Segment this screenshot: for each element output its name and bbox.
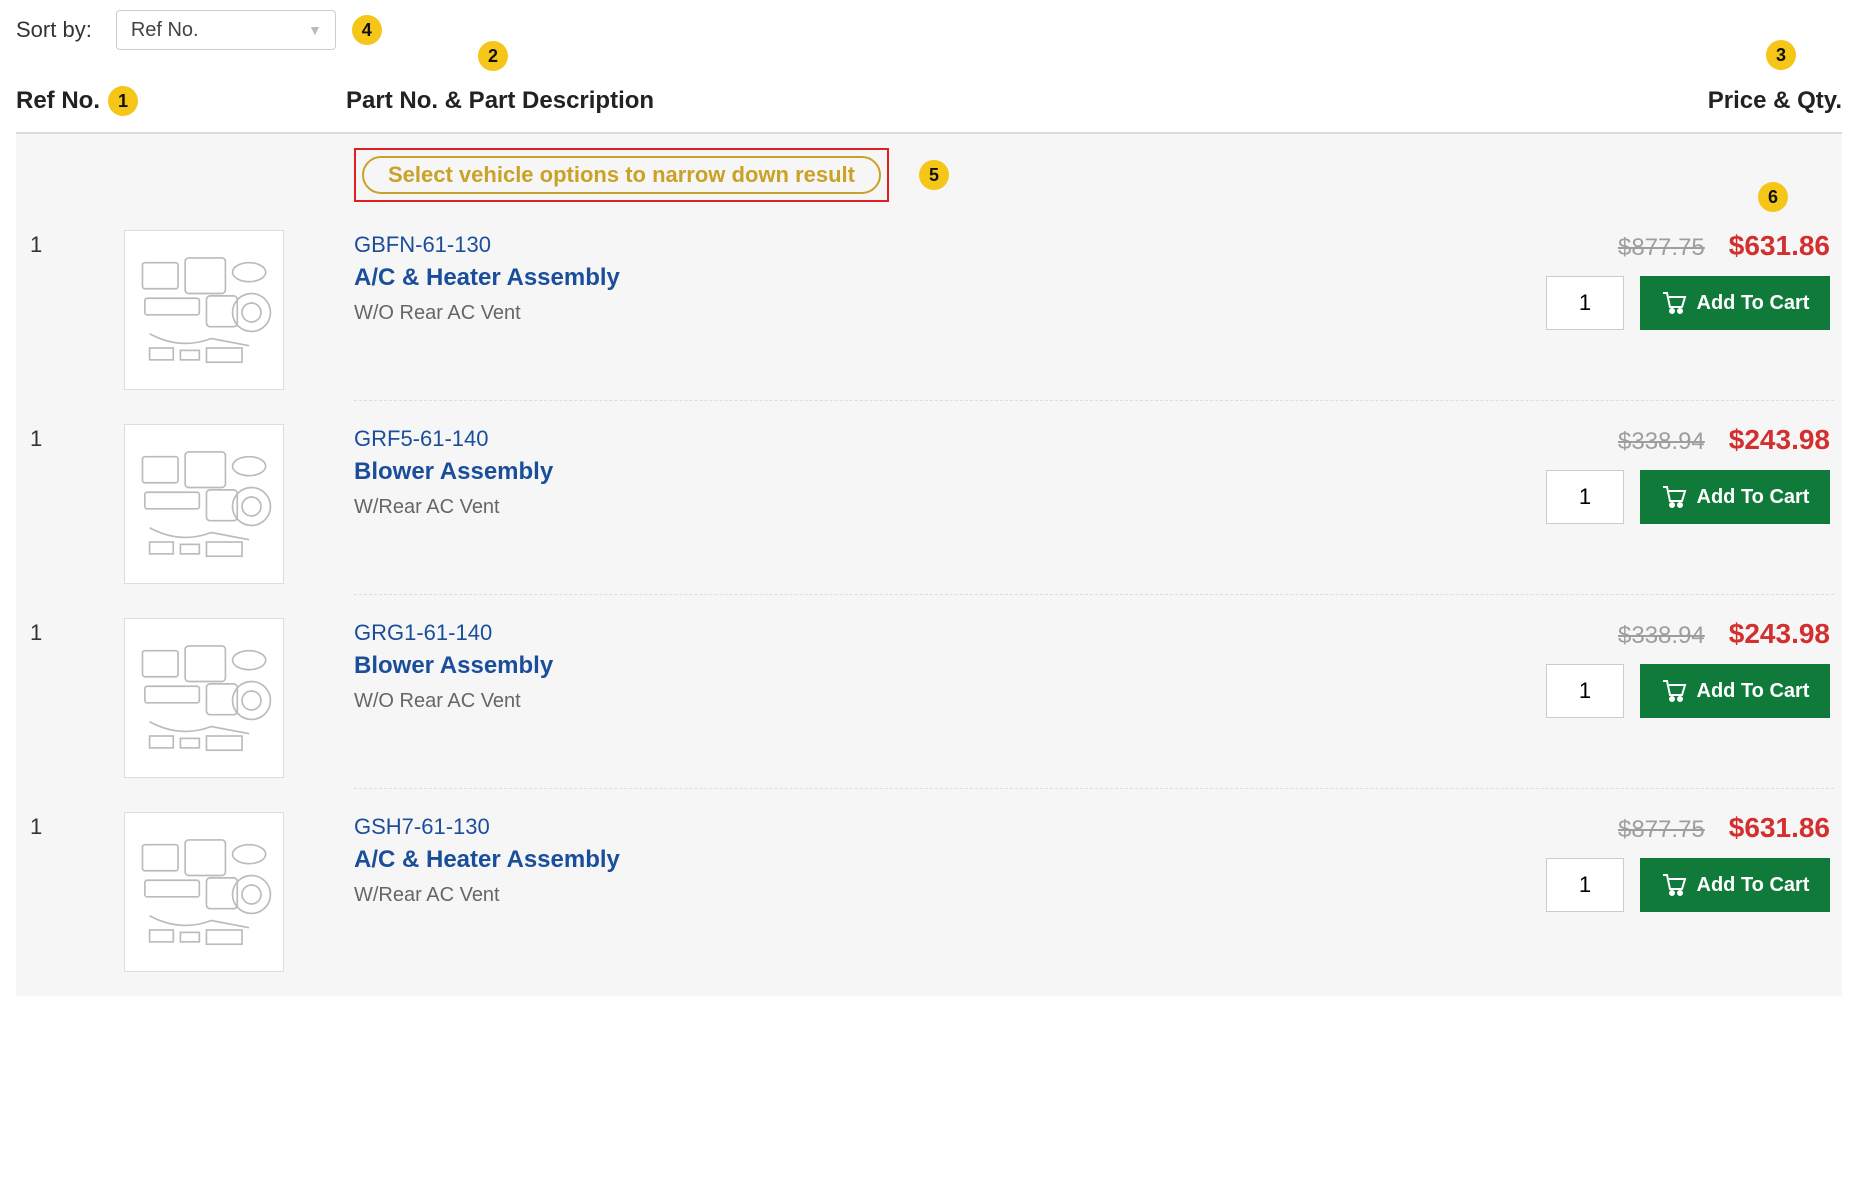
sort-label: Sort by: bbox=[16, 17, 92, 43]
add-to-cart-button[interactable]: Add To Cart bbox=[1640, 858, 1830, 912]
price-new: $631.86 bbox=[1729, 230, 1830, 262]
annotation-badge-3: 3 bbox=[1766, 40, 1796, 70]
price-new: $243.98 bbox=[1729, 618, 1830, 650]
add-to-cart-button[interactable]: Add To Cart bbox=[1640, 470, 1830, 524]
part-number-link[interactable]: GRG1-61-140 bbox=[354, 620, 1574, 646]
cart-icon bbox=[1661, 290, 1687, 316]
row-divider bbox=[354, 594, 1834, 595]
part-row: 1 GRF5-61-140 Blower Assembly W/Rear AC … bbox=[24, 414, 1834, 608]
part-note: W/Rear AC Vent bbox=[354, 496, 1574, 519]
narrow-banner-pill[interactable]: Select vehicle options to narrow down re… bbox=[362, 156, 881, 194]
column-header-ref-label: Ref No. bbox=[16, 87, 100, 115]
column-header-ref: Ref No. 1 bbox=[16, 86, 346, 116]
price-new: $243.98 bbox=[1729, 424, 1830, 456]
annotation-badge-5: 5 bbox=[919, 160, 949, 190]
quantity-input[interactable] bbox=[1546, 470, 1624, 524]
thumb-cell bbox=[124, 618, 354, 778]
add-to-cart-label: Add To Cart bbox=[1697, 292, 1810, 315]
price-old: $877.75 bbox=[1618, 816, 1705, 844]
column-header-part-label: Part No. & Part Description bbox=[346, 87, 654, 114]
desc-cell: GBFN-61-130 A/C & Heater Assembly W/O Re… bbox=[354, 230, 1574, 390]
ref-cell: 1 bbox=[24, 230, 124, 390]
thumb-cell bbox=[124, 230, 354, 390]
add-to-cart-label: Add To Cart bbox=[1697, 874, 1810, 897]
cart-line: Add To Cart bbox=[1574, 470, 1830, 524]
part-name-link[interactable]: A/C & Heater Assembly bbox=[354, 846, 1574, 874]
annotation-badge-2: 2 bbox=[478, 41, 508, 71]
price-line: $338.94 $243.98 bbox=[1574, 618, 1830, 650]
price-new: $631.86 bbox=[1729, 812, 1830, 844]
thumb-cell bbox=[124, 812, 354, 972]
annotation-badge-1: 1 bbox=[108, 86, 138, 116]
cart-line: Add To Cart bbox=[1574, 858, 1830, 912]
cart-icon bbox=[1661, 484, 1687, 510]
part-note: W/O Rear AC Vent bbox=[354, 690, 1574, 713]
price-line: $877.75 $631.86 bbox=[1574, 812, 1830, 844]
part-thumbnail[interactable] bbox=[124, 230, 284, 390]
price-old: $338.94 bbox=[1618, 428, 1705, 456]
add-to-cart-label: Add To Cart bbox=[1697, 680, 1810, 703]
add-to-cart-button[interactable]: Add To Cart bbox=[1640, 664, 1830, 718]
row-divider bbox=[354, 400, 1834, 401]
price-line: $877.75 $631.86 bbox=[1574, 230, 1830, 262]
part-number-link[interactable]: GBFN-61-130 bbox=[354, 232, 1574, 258]
ref-cell: 1 bbox=[24, 618, 124, 778]
cart-line: Add To Cart bbox=[1574, 276, 1830, 330]
ref-cell: 1 bbox=[24, 424, 124, 584]
part-number-link[interactable]: GSH7-61-130 bbox=[354, 814, 1574, 840]
price-cell: $338.94 $243.98 Add To Cart bbox=[1574, 618, 1834, 778]
ref-cell: 1 bbox=[24, 812, 124, 972]
part-thumbnail[interactable] bbox=[124, 812, 284, 972]
desc-cell: GSH7-61-130 A/C & Heater Assembly W/Rear… bbox=[354, 812, 1574, 972]
desc-cell: GRG1-61-140 Blower Assembly W/O Rear AC … bbox=[354, 618, 1574, 778]
sort-select-wrap: Ref No. ▼ 4 bbox=[116, 10, 336, 50]
column-header-price: 3 Price & Qty. bbox=[1582, 87, 1842, 115]
part-row: 1 GBFN-61-130 A/C & Heater Assembly W/O … bbox=[24, 220, 1834, 414]
narrow-banner-row: Select vehicle options to narrow down re… bbox=[24, 148, 1834, 202]
column-header-price-label: Price & Qty. bbox=[1708, 87, 1842, 114]
cart-icon bbox=[1661, 872, 1687, 898]
quantity-input[interactable] bbox=[1546, 664, 1624, 718]
row-divider bbox=[354, 788, 1834, 789]
price-cell: 6 $877.75 $631.86 Add To Cart bbox=[1574, 230, 1834, 390]
part-thumbnail[interactable] bbox=[124, 618, 284, 778]
cart-line: Add To Cart bbox=[1574, 664, 1830, 718]
part-row: 1 GSH7-61-130 A/C & Heater Assembly W/Re… bbox=[24, 802, 1834, 996]
quantity-input[interactable] bbox=[1546, 858, 1624, 912]
sort-select[interactable]: Ref No. bbox=[116, 10, 336, 50]
parts-listing: Select vehicle options to narrow down re… bbox=[16, 134, 1842, 996]
add-to-cart-label: Add To Cart bbox=[1697, 486, 1810, 509]
part-name-link[interactable]: Blower Assembly bbox=[354, 652, 1574, 680]
desc-cell: GRF5-61-140 Blower Assembly W/Rear AC Ve… bbox=[354, 424, 1574, 584]
price-line: $338.94 $243.98 bbox=[1574, 424, 1830, 456]
column-header-row: Ref No. 1 2 Part No. & Part Description … bbox=[16, 86, 1842, 134]
part-row: 1 GRG1-61-140 Blower Assembly W/O Rear A… bbox=[24, 608, 1834, 802]
part-note: W/Rear AC Vent bbox=[354, 884, 1574, 907]
narrow-banner-highlight: Select vehicle options to narrow down re… bbox=[354, 148, 889, 202]
part-name-link[interactable]: Blower Assembly bbox=[354, 458, 1574, 486]
price-cell: $877.75 $631.86 Add To Cart bbox=[1574, 812, 1834, 972]
price-old: $338.94 bbox=[1618, 622, 1705, 650]
part-note: W/O Rear AC Vent bbox=[354, 302, 1574, 325]
annotation-badge-6: 6 bbox=[1758, 182, 1788, 212]
annotation-badge-4: 4 bbox=[352, 15, 382, 45]
thumb-cell bbox=[124, 424, 354, 584]
column-header-part: 2 Part No. & Part Description bbox=[346, 87, 1582, 115]
quantity-input[interactable] bbox=[1546, 276, 1624, 330]
price-cell: $338.94 $243.98 Add To Cart bbox=[1574, 424, 1834, 584]
price-old: $877.75 bbox=[1618, 234, 1705, 262]
part-thumbnail[interactable] bbox=[124, 424, 284, 584]
part-number-link[interactable]: GRF5-61-140 bbox=[354, 426, 1574, 452]
sort-row: Sort by: Ref No. ▼ 4 bbox=[16, 10, 1842, 50]
add-to-cart-button[interactable]: Add To Cart bbox=[1640, 276, 1830, 330]
part-name-link[interactable]: A/C & Heater Assembly bbox=[354, 264, 1574, 292]
cart-icon bbox=[1661, 678, 1687, 704]
